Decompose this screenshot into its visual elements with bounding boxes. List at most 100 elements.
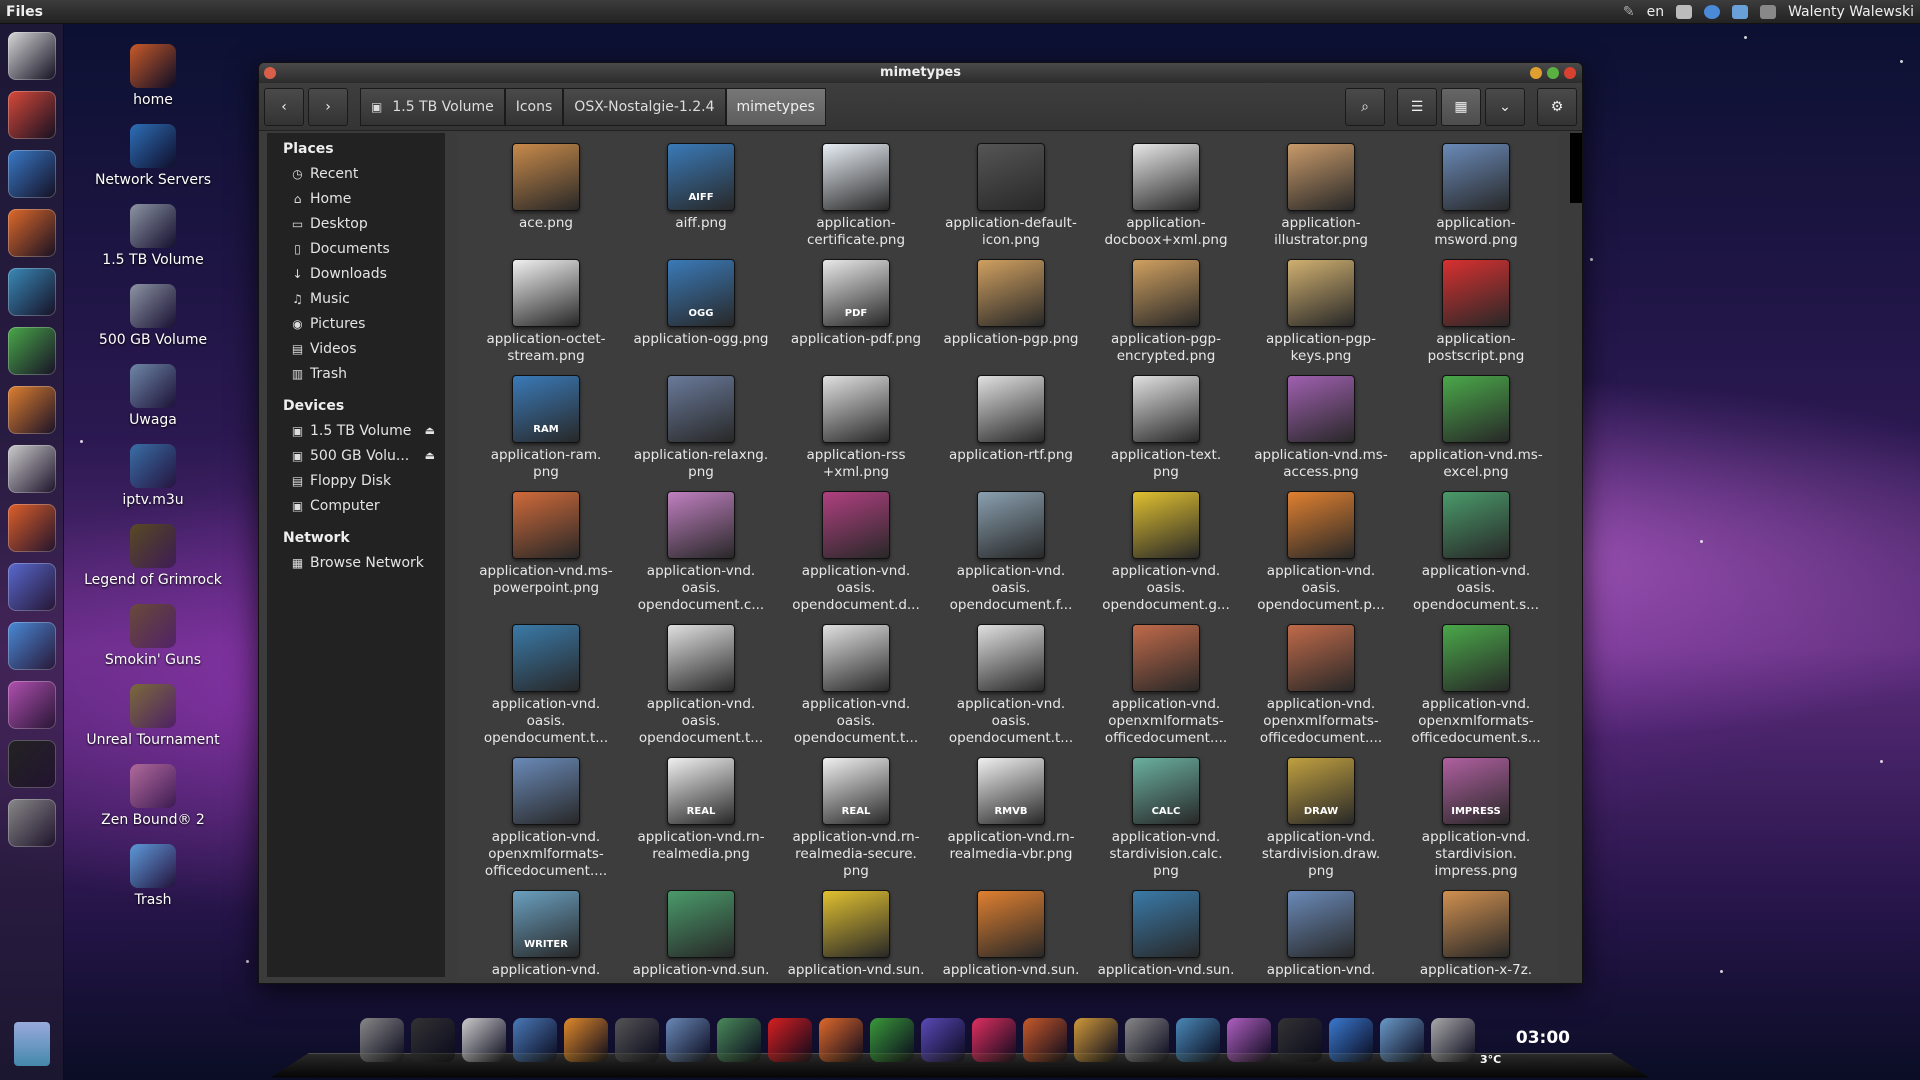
forward-button[interactable]: › (308, 87, 348, 126)
file-item[interactable]: application-vnd. oasis. opendocument.t..… (936, 620, 1086, 747)
file-item[interactable]: application- certificate.png (781, 139, 931, 249)
dock-app-icon[interactable] (1125, 1018, 1169, 1062)
desktop-icon[interactable]: 500 GB Volume (83, 284, 223, 348)
file-item[interactable]: application-vnd. oasis. opendocument.f..… (936, 487, 1086, 614)
file-item[interactable]: application-rss +xml.png (781, 371, 931, 481)
launcher-app-icon[interactable] (8, 622, 56, 670)
view-options-button[interactable]: ⌄ (1485, 87, 1525, 126)
dock-app-icon[interactable] (564, 1018, 608, 1062)
file-item[interactable]: CALC application-vnd. stardivision.calc. … (1091, 753, 1241, 880)
file-item[interactable]: application-octet- stream.png (471, 255, 621, 365)
sidebar-item[interactable]: ▭ Desktop (267, 211, 445, 236)
desktop-icon[interactable]: 1.5 TB Volume (83, 204, 223, 268)
file-item[interactable]: application-vnd. oasis. opendocument.t..… (471, 620, 621, 747)
launcher-app-icon[interactable] (8, 740, 56, 788)
eject-icon[interactable]: ⏏ (425, 424, 435, 437)
dock-app-icon[interactable] (1227, 1018, 1271, 1062)
session-icon[interactable] (1760, 4, 1777, 19)
file-item[interactable]: application-vnd. openxmlformats- officed… (1091, 620, 1241, 747)
breadcrumb-item[interactable]: ▣ 1.5 TB Volume (360, 87, 505, 126)
mail-icon[interactable] (1676, 4, 1693, 19)
launcher-app-icon[interactable] (8, 32, 56, 80)
launcher-app-icon[interactable] (8, 563, 56, 611)
launcher-app-icon[interactable] (8, 268, 56, 316)
scrollbar[interactable] (1570, 133, 1582, 203)
file-item[interactable]: application- docboox+xml.png (1091, 139, 1241, 249)
file-item[interactable]: application-vnd.ms- powerpoint.png (471, 487, 621, 597)
sidebar-item[interactable]: ▤ Floppy Disk (267, 468, 445, 493)
sidebar-item[interactable]: ◷ Recent (267, 161, 445, 186)
file-item[interactable]: application-vnd. oasis. opendocument.t..… (781, 620, 931, 747)
file-item[interactable]: application- postscript.png (1401, 255, 1551, 365)
file-item[interactable]: application-pgp- keys.png (1246, 255, 1396, 365)
file-item[interactable]: WRITER application-vnd. (471, 886, 621, 977)
launcher-app-icon[interactable] (8, 799, 56, 847)
sidebar-item[interactable]: ▯ Documents (267, 236, 445, 261)
file-item[interactable]: application-rtf.png (936, 371, 1086, 464)
launcher-app-icon[interactable] (8, 327, 56, 375)
dock-app-icon[interactable] (768, 1018, 812, 1062)
dock-app-icon[interactable] (666, 1018, 710, 1062)
file-item[interactable]: OGG application-ogg.png (626, 255, 776, 348)
dock-app-icon[interactable] (972, 1018, 1016, 1062)
dock-app-icon[interactable] (411, 1018, 455, 1062)
file-item[interactable]: application-relaxng. png (626, 371, 776, 481)
file-item[interactable]: application-vnd.sun. (936, 886, 1086, 977)
list-view-button[interactable]: ☰ (1397, 87, 1437, 126)
file-item[interactable]: application-vnd. oasis. opendocument.t..… (626, 620, 776, 747)
file-item[interactable]: application-vnd.sun. (781, 886, 931, 977)
sidebar-item[interactable]: ▣ 500 GB Volu... ⏏ (267, 443, 445, 468)
launcher-app-icon[interactable] (8, 445, 56, 493)
file-item[interactable]: application-vnd. oasis. opendocument.c..… (626, 487, 776, 614)
file-item[interactable]: application-vnd. oasis. opendocument.p..… (1246, 487, 1396, 614)
desktop-icon[interactable]: Legend of Grimrock (83, 524, 223, 588)
sidebar-item[interactable]: ⌂ Home (267, 186, 445, 211)
maximize-icon[interactable] (1547, 67, 1559, 79)
launcher-app-icon[interactable] (8, 209, 56, 257)
file-item[interactable]: application-vnd. (1246, 886, 1396, 977)
desktop-icon[interactable]: Trash (83, 844, 223, 908)
file-item[interactable]: REAL application-vnd.rn- realmedia.png (626, 753, 776, 863)
desktop-icon[interactable]: Unreal Tournament (83, 684, 223, 748)
sidebar-item[interactable]: ♫ Music (267, 286, 445, 311)
desktop-icon[interactable]: Network Servers (83, 124, 223, 188)
desktop-icon[interactable]: Zen Bound® 2 (83, 764, 223, 828)
sidebar-item[interactable]: ▣ 1.5 TB Volume ⏏ (267, 418, 445, 443)
dock-app-icon[interactable] (513, 1018, 557, 1062)
sidebar-item[interactable]: ▤ Videos (267, 336, 445, 361)
launcher-app-icon[interactable] (8, 150, 56, 198)
dock-app-icon[interactable] (1176, 1018, 1220, 1062)
file-item[interactable]: application-text. png (1091, 371, 1241, 481)
file-item[interactable]: application-vnd. openxmlformats- officed… (471, 753, 621, 880)
file-item[interactable]: PDF application-pdf.png (781, 255, 931, 348)
dock-app-icon[interactable] (360, 1018, 404, 1062)
file-item[interactable]: application-vnd. oasis. opendocument.g..… (1091, 487, 1241, 614)
dock-app-icon[interactable] (615, 1018, 659, 1062)
breadcrumb-item[interactable]: OSX-Nostalgie-1.2.4 (563, 87, 726, 126)
sidebar-item[interactable]: ▦ Browse Network (267, 550, 445, 575)
close-icon[interactable] (1564, 67, 1576, 79)
user-name[interactable]: Walenty Walewski (1788, 4, 1914, 20)
launcher-app-icon[interactable] (8, 681, 56, 729)
sidebar-item[interactable]: ▥ Trash (267, 361, 445, 386)
launcher-app-icon[interactable] (8, 386, 56, 434)
file-item[interactable]: application-vnd. openxmlformats- officed… (1246, 620, 1396, 747)
desktop-icon[interactable]: home (83, 44, 223, 108)
dock-app-icon[interactable] (1431, 1018, 1475, 1062)
file-item[interactable]: application-vnd. openxmlformats- officed… (1401, 620, 1551, 747)
desktop-icon[interactable]: Smokin' Guns (83, 604, 223, 668)
breadcrumb-item[interactable]: Icons (504, 87, 564, 126)
clock[interactable]: 03:00 (1516, 1028, 1570, 1048)
file-item[interactable]: application-vnd.ms- excel.png (1401, 371, 1551, 481)
desktop-icon[interactable]: iptv.m3u (83, 444, 223, 508)
sidebar-item[interactable]: ◉ Pictures (267, 311, 445, 336)
file-item[interactable]: DRAW application-vnd. stardivision.draw. … (1246, 753, 1396, 880)
dock-app-icon[interactable] (1329, 1018, 1373, 1062)
launcher-app-icon[interactable] (8, 504, 56, 552)
desktop-icon[interactable]: Uwaga (83, 364, 223, 428)
dock-app-icon[interactable] (1278, 1018, 1322, 1062)
file-item[interactable]: application-default- icon.png (936, 139, 1086, 249)
file-item[interactable]: RAM application-ram. png (471, 371, 621, 481)
file-item[interactable]: ace.png (471, 139, 621, 232)
file-item[interactable]: application-vnd.sun. (626, 886, 776, 977)
